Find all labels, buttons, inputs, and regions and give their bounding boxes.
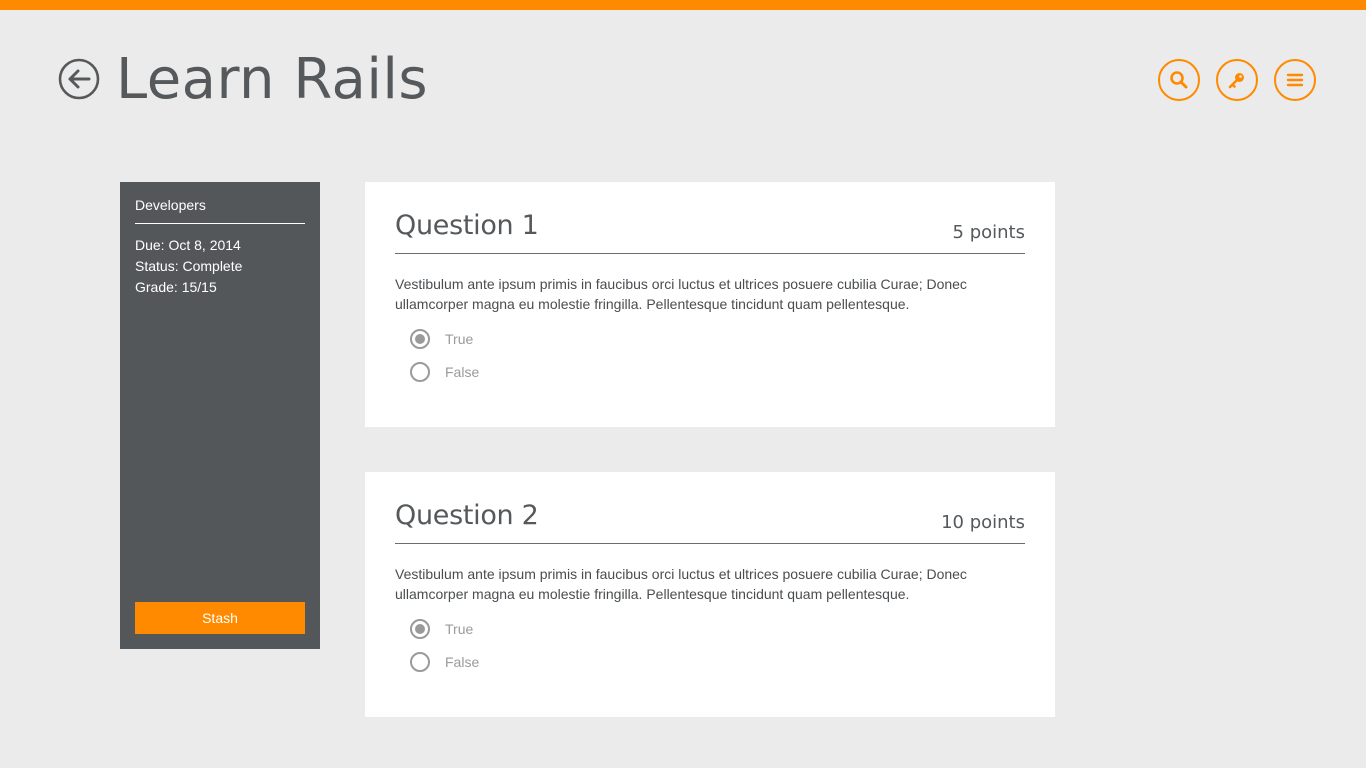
question-header: Question 1 5 points: [395, 210, 1025, 254]
stash-button[interactable]: Stash: [135, 602, 305, 634]
top-accent-bar: [0, 0, 1366, 10]
question-card: Question 2 10 points Vestibulum ante ips…: [365, 472, 1055, 717]
key-button[interactable]: [1216, 59, 1258, 101]
option-label: True: [445, 331, 474, 347]
question-text: Vestibulum ante ipsum primis in faucibus…: [395, 276, 967, 312]
option-label: False: [445, 654, 480, 670]
menu-button[interactable]: [1274, 59, 1316, 101]
menu-icon: [1286, 73, 1304, 87]
question-text: Vestibulum ante ipsum primis in faucibus…: [395, 566, 967, 602]
option-label: True: [445, 621, 474, 637]
page-title: Learn Rails: [116, 47, 429, 112]
back-arrow-icon: [58, 58, 100, 100]
question-points: 10 points: [941, 512, 1025, 533]
radio-button-selected[interactable]: [410, 619, 430, 639]
radio-button-selected[interactable]: [410, 329, 430, 349]
status-text: Status: Complete: [135, 258, 243, 274]
question-card: Question 1 5 points Vestibulum ante ipsu…: [365, 182, 1055, 427]
radio-button[interactable]: [410, 362, 430, 382]
assignment-sidebar: Developers Due: Oct 8, 2014 Status: Comp…: [120, 182, 320, 649]
key-icon: [1228, 73, 1244, 89]
option-false[interactable]: False: [410, 652, 479, 672]
option-true[interactable]: True: [410, 619, 473, 639]
question-header: Question 2 10 points: [395, 500, 1025, 544]
option-label: False: [445, 364, 480, 380]
search-button[interactable]: [1158, 59, 1200, 101]
question-title: Question 2: [395, 500, 539, 531]
grade-text: Grade: 15/15: [135, 279, 217, 295]
option-false[interactable]: False: [410, 362, 479, 382]
search-icon: [1170, 71, 1188, 89]
sidebar-group-name: Developers: [135, 197, 305, 224]
sidebar-meta: Due: Oct 8, 2014 Status: Complete Grade:…: [135, 235, 242, 298]
radio-button[interactable]: [410, 652, 430, 672]
question-title: Question 1: [395, 210, 539, 241]
question-points: 5 points: [952, 222, 1025, 243]
option-true[interactable]: True: [410, 329, 473, 349]
back-button[interactable]: [58, 58, 100, 100]
due-date: Due: Oct 8, 2014: [135, 237, 241, 253]
